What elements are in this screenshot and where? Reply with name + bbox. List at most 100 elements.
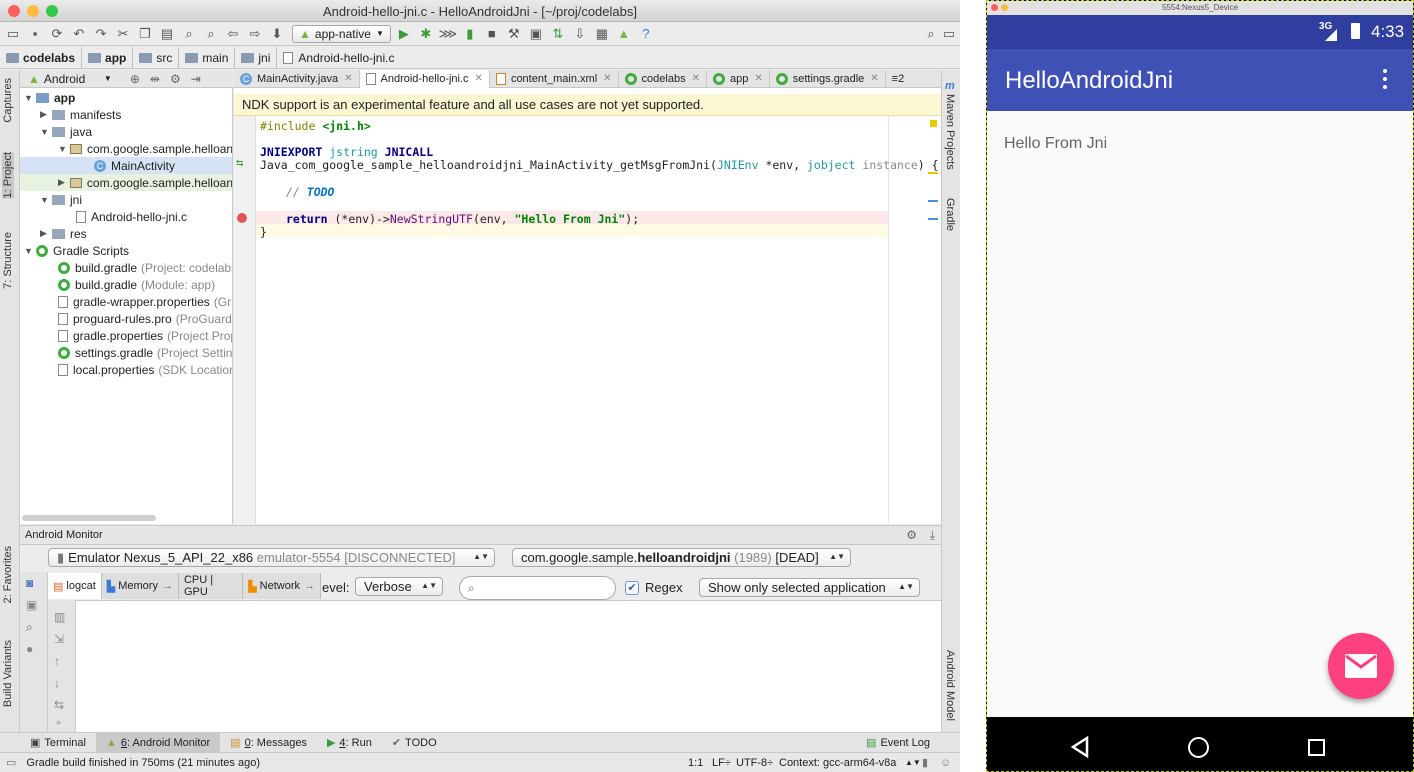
close-icon[interactable]: ✕	[754, 73, 762, 84]
tree-node-package[interactable]: ▼ com.google.sample.helloan	[58, 140, 232, 157]
breadcrumb-item[interactable]: jni	[235, 46, 278, 69]
email-fab[interactable]	[1328, 633, 1394, 699]
project-structure-icon[interactable]: ⚒	[505, 25, 523, 43]
cut-icon[interactable]: ✂	[114, 25, 132, 43]
tree-node-build-gradle-module[interactable]: build.gradle (Module: app)	[58, 276, 215, 293]
debug-icon[interactable]: ✱	[417, 25, 435, 43]
tool-tab-event-log[interactable]: ▤ Event Log	[856, 733, 940, 753]
tab-app[interactable]: app ✕	[707, 69, 770, 88]
code-editor[interactable]: #include <jni.h> JNIEXPORT jstring JNICA…	[256, 116, 941, 524]
build-context[interactable]: Context: gcc-arm64-v8a	[779, 757, 896, 769]
tool-tab-gradle[interactable]: Gradle	[944, 198, 956, 231]
sync-icon[interactable]: ⟳	[48, 25, 66, 43]
avd-manager-icon[interactable]: ▣	[527, 25, 545, 43]
sdk-manager-icon[interactable]: ⇩	[571, 25, 589, 43]
tree-node-jni[interactable]: ▼ jni	[40, 191, 82, 208]
undo-icon[interactable]: ↶	[70, 25, 88, 43]
tab-logcat[interactable]: ▤ logcat	[48, 573, 102, 599]
tool-windows-icon[interactable]: ▭	[6, 756, 16, 769]
open-folder-icon[interactable]: ▭	[4, 25, 22, 43]
trash-icon[interactable]: ▥	[54, 610, 65, 624]
minimize-window-button[interactable]	[1001, 4, 1008, 11]
chevron-updown-icon[interactable]: ▲▼	[905, 758, 921, 767]
scroll-from-source-icon[interactable]: ⊕	[130, 72, 140, 86]
help-icon[interactable]: ?	[637, 25, 655, 43]
event-log-toolbar-icon[interactable]: ▭	[940, 25, 958, 43]
save-icon[interactable]: ▪	[26, 25, 44, 43]
hide-panel-icon[interactable]: ⇥	[191, 72, 201, 86]
horizontal-scrollbar[interactable]	[22, 515, 156, 521]
copy-icon[interactable]: ❐	[136, 25, 154, 43]
tree-node-local-properties[interactable]: local.properties (SDK Location)	[58, 361, 232, 378]
tree-node-gradle-wrapper[interactable]: gradle-wrapper.properties (Gr	[58, 293, 231, 310]
breadcrumb-item[interactable]: main	[179, 46, 236, 69]
close-icon[interactable]: ✕	[344, 73, 352, 84]
tool-tab-build-variants[interactable]: Build Variants	[2, 640, 14, 707]
sync-gradle-icon[interactable]: ⇅	[549, 25, 567, 43]
inspector-icon[interactable]: ☺	[940, 757, 951, 769]
tree-node-proguard[interactable]: proguard-rules.pro (ProGuard	[58, 310, 232, 327]
tool-tab-maven-projects[interactable]: Maven Projects	[944, 94, 956, 170]
breadcrumb-item[interactable]: app	[82, 46, 134, 69]
info-stripe[interactable]	[928, 218, 938, 220]
logcat-search-input[interactable]: ⌕	[459, 576, 616, 600]
log-filter-select[interactable]: Show only selected application ▲▼	[699, 578, 920, 597]
tree-node-mainactivity[interactable]: C MainActivity	[20, 157, 232, 174]
tab-content-main-xml[interactable]: content_main.xml ✕	[490, 69, 619, 88]
home-icon[interactable]	[1188, 737, 1209, 758]
tree-node-build-gradle-project[interactable]: build.gradle (Project: codelabs	[58, 259, 232, 276]
tree-node-c-file[interactable]: Android-hello-jni.c	[76, 208, 187, 225]
logcat-output[interactable]	[76, 600, 941, 732]
tab-mainactivity-java[interactable]: C MainActivity.java ✕	[234, 69, 360, 88]
tool-tab-messages[interactable]: ▤ 0: Messages	[220, 733, 317, 753]
up-arrow-icon[interactable]: ↑	[54, 654, 60, 668]
tool-tab-captures[interactable]: Captures	[2, 78, 14, 123]
make-project-icon[interactable]: ⬇	[268, 25, 286, 43]
soft-wrap-icon[interactable]: ⇆	[54, 698, 64, 712]
breakpoint-icon[interactable]	[237, 213, 247, 223]
lock-icon[interactable]: ▮	[922, 756, 928, 769]
attach-debugger-icon[interactable]: ⋙	[439, 25, 458, 43]
tab-android-hello-jni-c[interactable]: Android-hello-jni.c ✕	[359, 69, 490, 88]
hide-panel-icon[interactable]: ⤓	[930, 528, 935, 543]
screen-capture-icon[interactable]: ◙	[26, 576, 33, 590]
close-icon[interactable]: ✕	[603, 73, 611, 84]
tab-memory[interactable]: ▙ Memory →	[101, 573, 179, 599]
more-icon[interactable]: »	[56, 717, 61, 727]
device-select[interactable]: ▮ Emulator Nexus_5_API_22_x86 emulator-55…	[48, 548, 495, 567]
tool-tab-android-monitor[interactable]: ▲ 6: Android Monitor	[95, 732, 221, 753]
tree-node-package-test[interactable]: ▶ com.google.sample.helloan	[20, 174, 232, 191]
todo-stripe[interactable]	[928, 200, 938, 202]
redo-icon[interactable]: ↷	[92, 25, 110, 43]
back-icon[interactable]	[1069, 736, 1091, 758]
tool-tab-terminal[interactable]: ▣ Terminal	[20, 733, 96, 753]
navigate-to-java-icon[interactable]: ⇆	[236, 158, 244, 169]
tab-network[interactable]: ▙ Network →	[243, 573, 321, 599]
close-icon[interactable]: ✕	[475, 73, 483, 84]
breadcrumb-item[interactable]: codelabs	[0, 46, 83, 69]
tree-node-manifests[interactable]: ▶ manifests	[40, 106, 121, 123]
warning-stripe[interactable]	[928, 172, 938, 174]
tool-tab-todo[interactable]: ✔ TODO	[382, 733, 447, 753]
tool-tab-project[interactable]: 1: Project	[2, 152, 14, 199]
tree-node-gradle-scripts[interactable]: ▼ Gradle Scripts	[24, 242, 129, 259]
replace-icon[interactable]: ⌕	[202, 25, 220, 43]
regex-checkbox[interactable]: ✔	[625, 580, 639, 595]
tree-node-res[interactable]: ▶ res	[40, 225, 87, 242]
tool-tab-run[interactable]: ▶ 4: Run	[317, 733, 382, 753]
paste-icon[interactable]: ▤	[158, 25, 176, 43]
caret-position[interactable]: 1:1	[688, 757, 703, 769]
apply-changes-icon[interactable]: ▮	[461, 25, 479, 43]
find-icon[interactable]: ⌕	[180, 25, 198, 43]
breadcrumb-item[interactable]: src	[133, 46, 180, 69]
process-select[interactable]: com.google.sample.helloandroidjni (1989)…	[512, 548, 851, 567]
close-icon[interactable]: ✕	[692, 73, 700, 84]
run-icon[interactable]: ▶	[395, 25, 413, 43]
tool-tab-structure[interactable]: 7: Structure	[2, 232, 14, 289]
run-configuration-select[interactable]: ▲ app-native ▼	[292, 24, 391, 43]
breadcrumb-item[interactable]: Android-hello-jni.c	[277, 47, 400, 69]
tab-cpu-gpu[interactable]: CPU | GPU	[178, 573, 244, 599]
close-icon[interactable]: ✕	[870, 73, 878, 84]
overflow-menu-icon[interactable]	[1383, 69, 1387, 89]
tree-node-app[interactable]: ▼ app	[24, 89, 75, 106]
